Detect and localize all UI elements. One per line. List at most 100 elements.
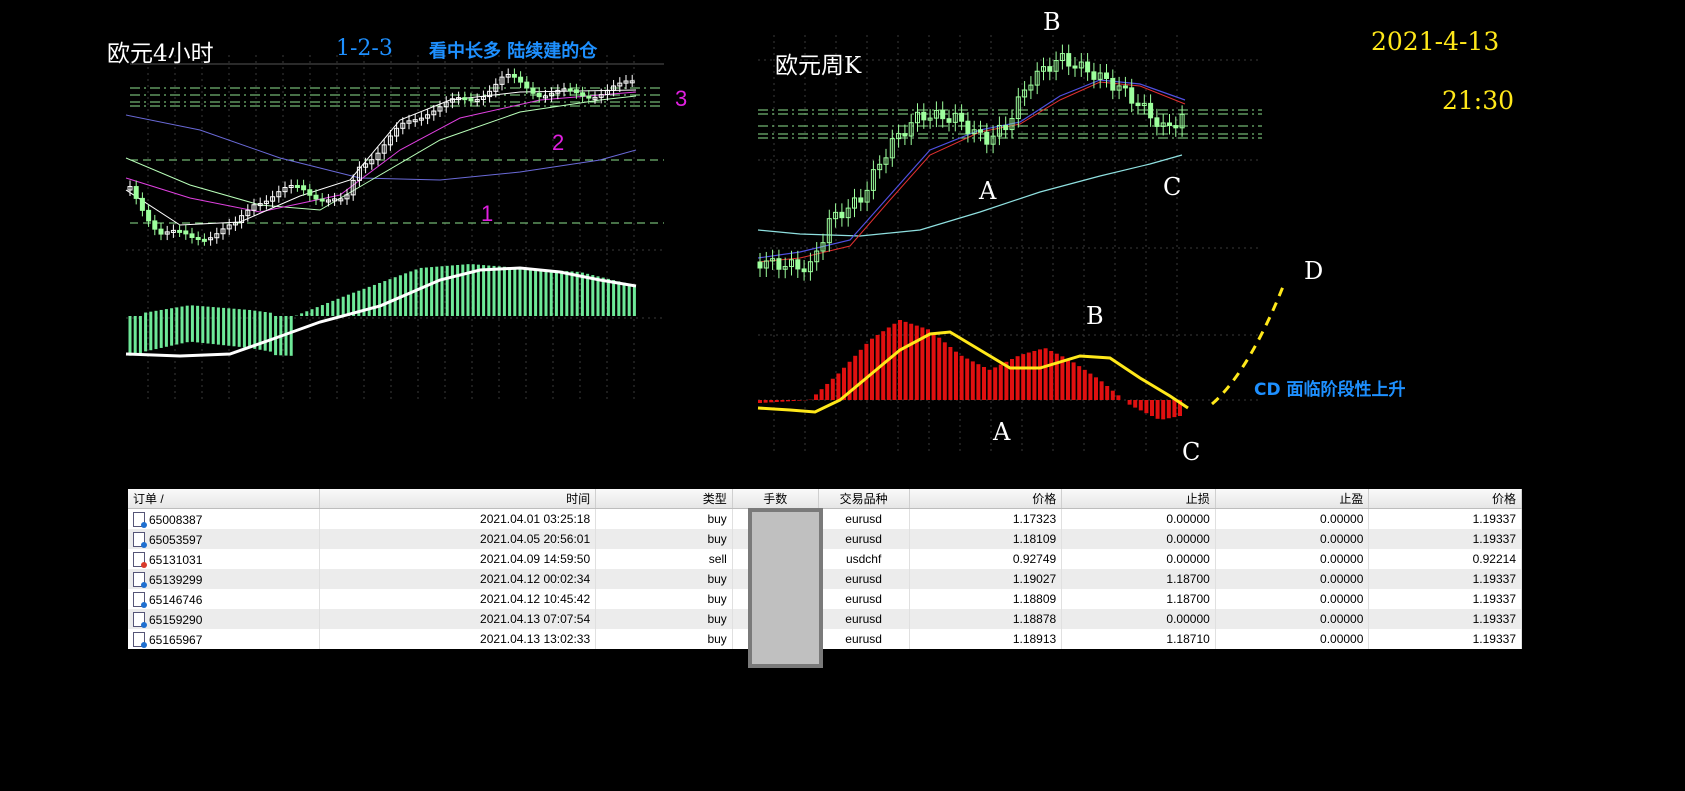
macd-bar (898, 320, 902, 400)
macd-bar (836, 373, 841, 400)
order-price-cell: 1.18809 (909, 589, 1063, 609)
column-header-symbol[interactable]: 交易品种 (818, 489, 910, 509)
macd-bar (769, 400, 774, 403)
candle-body (133, 186, 139, 199)
order-type-cell: buy (595, 609, 733, 629)
macd-bar (242, 309, 246, 348)
macd-bar (508, 267, 512, 316)
macd-bar (1150, 400, 1154, 416)
macd-bar (1127, 400, 1132, 405)
macd-bar (954, 351, 958, 400)
buy-order-icon (133, 571, 147, 588)
order-type-cell: buy (595, 529, 733, 549)
candle-body (177, 229, 183, 233)
order-symbol-cell: eurusd (818, 529, 910, 549)
column-header-lots[interactable]: 手数 (732, 489, 819, 509)
macd-bar (1155, 400, 1160, 419)
order-symbol-cell: usdchf (818, 549, 910, 569)
macd-bar (560, 270, 564, 316)
column-header-stop-loss[interactable]: 止损 (1061, 489, 1216, 509)
macd-bar (201, 306, 205, 343)
ma-line-blue (757, 79, 1186, 259)
order-price-cell: 1.17323 (909, 508, 1063, 529)
macd-bar (1015, 356, 1020, 400)
macd-bar (170, 308, 174, 346)
candle-body (518, 76, 524, 83)
macd-bar (445, 265, 449, 316)
column-header-price[interactable]: 价格 (909, 489, 1063, 509)
macd-bar (1010, 359, 1014, 400)
macd-bar (993, 367, 998, 400)
order-type-cell: buy (595, 569, 733, 589)
left-chart-title: 欧元4小时 (107, 41, 214, 67)
candle-body (462, 97, 468, 101)
column-header-time[interactable]: 时间 (319, 489, 597, 509)
macd-bar (190, 305, 194, 342)
macd-bar (456, 264, 460, 316)
price-label-a: A (979, 177, 997, 205)
macd-bar (617, 281, 621, 316)
order-row[interactable]: 65008387 2021.04.01 03:25:18 buy eurusd 1.17… (128, 508, 1522, 529)
order-time-cell: 2021.04.13 07:07:54 (319, 609, 597, 629)
macd-bar (1066, 359, 1070, 400)
macd-bar (274, 316, 278, 356)
candle-body (902, 133, 908, 137)
right-chart-macd (757, 320, 1189, 420)
macd-label-a: A (993, 418, 1011, 446)
right-chart-moving-averages (757, 79, 1186, 263)
order-type-cell: buy (595, 508, 733, 529)
order-row[interactable]: 65165967 2021.04.13 13:02:33 buy eurusd 1.18… (128, 629, 1522, 649)
macd-bar (870, 338, 874, 400)
macd-bar (138, 316, 142, 356)
order-id-cell: 65146746 (128, 589, 320, 609)
order-row[interactable]: 65139299 2021.04.12 00:02:34 buy eurusd 1.19… (128, 569, 1522, 589)
macd-bar (331, 300, 335, 316)
macd-bar (164, 309, 168, 347)
macd-bar (372, 284, 376, 316)
order-row[interactable]: 65053597 2021.04.05 20:56:01 buy eurusd 1.18… (128, 529, 1522, 549)
column-header-current-price[interactable]: 价格 (1368, 489, 1522, 509)
order-symbol-cell: eurusd (818, 629, 910, 649)
macd-bar (523, 268, 527, 316)
buy-order-icon (133, 531, 147, 548)
order-symbol-cell: eurusd (818, 569, 910, 589)
order-time-cell: 2021.04.12 00:02:34 (319, 569, 597, 589)
order-type-cell: buy (595, 629, 733, 649)
macd-bar (565, 271, 569, 316)
macd-bar (159, 309, 163, 348)
candle-body (307, 189, 313, 196)
macd-bar (774, 400, 779, 402)
position-note: 看中长多 陆续建的仓 (429, 41, 598, 62)
order-row[interactable]: 65146746 2021.04.12 10:45:42 buy eurusd 1.18… (128, 589, 1522, 609)
macd-bar (211, 307, 215, 345)
macd-bar (926, 329, 930, 400)
macd-bar (216, 307, 220, 345)
macd-bar (388, 279, 392, 316)
order-id: 65008387 (149, 512, 203, 527)
candle-body (536, 92, 542, 98)
candle-body (946, 118, 952, 123)
macd-bar (1105, 386, 1110, 400)
order-row[interactable]: 65159290 2021.04.13 07:07:54 buy eurusd 1.18… (128, 609, 1522, 629)
right-chart-title: 欧元周K (775, 53, 862, 79)
order-tp-cell: 0.00000 (1215, 508, 1370, 529)
macd-bar (133, 316, 137, 356)
price-label-c: C (1163, 173, 1182, 201)
candle-body (146, 209, 152, 222)
column-header-type[interactable]: 类型 (595, 489, 733, 509)
order-row[interactable]: 65131031 2021.04.09 14:59:50 sell usdchf 0.9… (128, 549, 1522, 569)
macd-bar (797, 400, 802, 401)
ma-line-long (757, 154, 1183, 237)
sell-order-icon (133, 551, 147, 568)
column-header-order[interactable]: 订单 / (128, 489, 320, 509)
order-time-cell: 2021.04.05 20:56:01 (319, 529, 597, 549)
order-time-cell: 2021.04.12 10:45:42 (319, 589, 597, 609)
column-header-take-profit[interactable]: 止盈 (1215, 489, 1370, 509)
macd-bar (435, 266, 439, 316)
order-id-cell: 65159290 (128, 609, 320, 629)
order-time-cell: 2021.04.13 13:02:33 (319, 629, 597, 649)
date-text: 2021-4-13 (1371, 27, 1500, 56)
macd-label-c: C (1182, 438, 1201, 466)
macd-bar (1088, 373, 1093, 400)
order-current-cell: 1.19337 (1368, 529, 1522, 549)
